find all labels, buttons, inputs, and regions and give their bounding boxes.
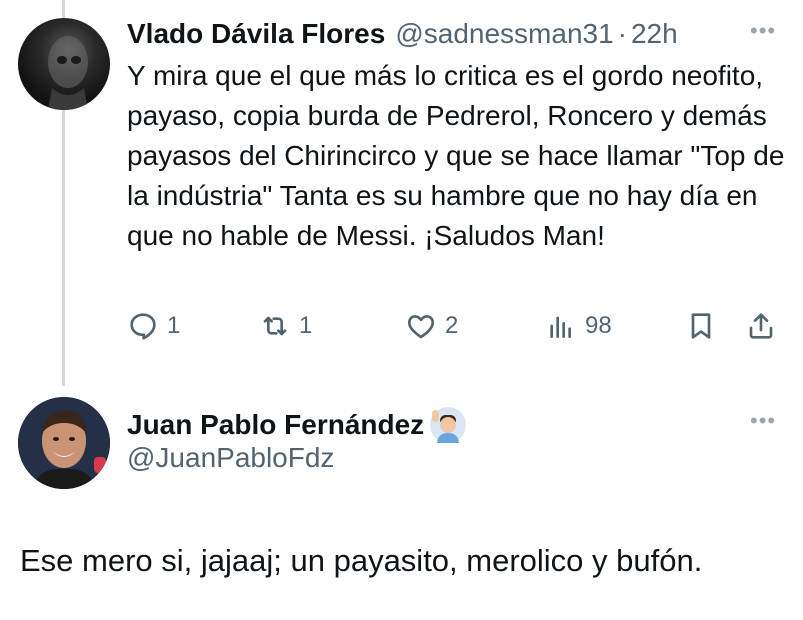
views-button[interactable]: 98 <box>545 306 612 346</box>
avatar-image <box>18 397 110 489</box>
separator-dot: · <box>617 18 627 49</box>
more-options-icon[interactable]: ••• <box>750 408 776 434</box>
reply-count: 1 <box>167 312 181 339</box>
avatar-image <box>48 36 88 110</box>
retweet-count: 1 <box>299 312 313 339</box>
share-button[interactable] <box>745 306 785 346</box>
bookmark-button[interactable] <box>685 306 725 346</box>
author-name[interactable]: Vlado Dávila Flores <box>127 18 385 50</box>
more-options-icon[interactable]: ••• <box>750 18 776 44</box>
retweet-button[interactable]: 1 <box>259 306 312 346</box>
like-count: 2 <box>445 312 459 339</box>
author-handle[interactable]: @JuanPabloFdz <box>127 442 334 474</box>
like-icon <box>407 315 435 339</box>
tweet-text: Y mira que el que más lo critica es el g… <box>127 60 785 251</box>
share-icon <box>749 313 773 339</box>
avatar[interactable] <box>18 18 110 110</box>
author-name[interactable]: Juan Pablo Fernández <box>127 409 424 441</box>
tweet-header: Vlado Dávila Flores @sadnessman31 · 22h <box>127 14 678 54</box>
tweet-text: Ese mero si, jajaaj; un payasito, meroli… <box>20 543 703 578</box>
views-icon <box>550 316 571 338</box>
retweet-icon <box>263 316 287 336</box>
bookmark-icon <box>691 313 711 339</box>
like-button[interactable]: 2 <box>405 306 458 346</box>
avatar[interactable] <box>18 397 110 489</box>
reply-icon <box>130 313 156 340</box>
tweet-header: Juan Pablo Fernández <box>127 403 467 447</box>
raising-hand-emoji-icon <box>430 407 467 443</box>
reply-button[interactable]: 1 <box>127 306 180 346</box>
author-handle[interactable]: @sadnessman31 <box>395 18 613 50</box>
tweet-timestamp[interactable]: 22h <box>631 18 678 50</box>
views-count: 98 <box>585 312 612 339</box>
tweet-actions-bar: 1 1 2 98 <box>127 306 787 346</box>
